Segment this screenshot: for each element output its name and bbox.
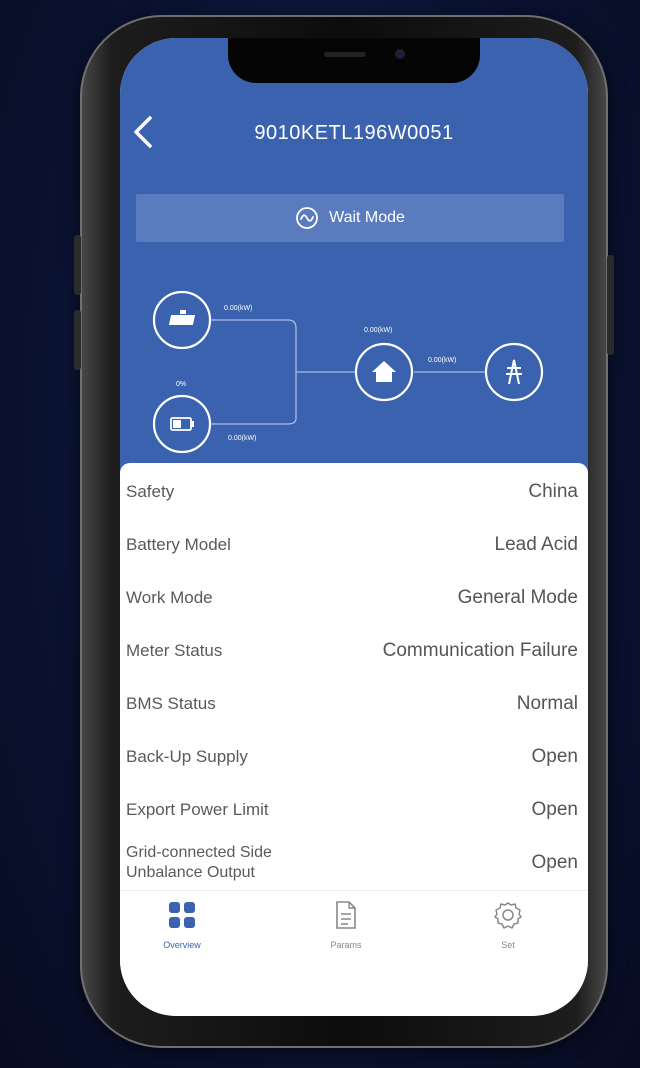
list-item[interactable]: Battery Model Lead Acid: [120, 518, 578, 571]
power-button: [607, 255, 614, 355]
grid-power-label: 0.00(kW): [428, 357, 456, 364]
pv-power-label: 0.00(kW): [224, 305, 252, 312]
list-item[interactable]: Meter Status Communication Failure: [120, 624, 578, 677]
wave-circle-icon: [296, 207, 318, 229]
back-button[interactable]: [126, 110, 162, 154]
grid-icon: [169, 902, 195, 928]
item-label: Export Power Limit: [126, 799, 269, 819]
energy-flow-diagram: 0.00(kW) 0% 0.00(kW) 0.00(kW) 0.00(kW): [152, 290, 544, 454]
volume-up-button: [74, 235, 81, 295]
list-item[interactable]: Safety China: [120, 465, 578, 518]
tab-label: Params: [330, 940, 362, 950]
battery-power-label: 0.00(kW): [228, 435, 256, 442]
mode-label: Wait Mode: [329, 209, 405, 226]
item-value: General Mode: [457, 586, 578, 608]
item-value: Lead Acid: [494, 533, 578, 555]
item-value: Open: [531, 745, 578, 767]
tab-set[interactable]: Set: [448, 901, 568, 950]
header-panel: 9010KETL196W0051 Wait Mode 0.00(kW) 0% 0…: [120, 38, 588, 473]
item-label: Meter Status: [126, 640, 223, 660]
item-label: Work Mode: [126, 587, 213, 607]
bottom-tab-bar: Overview Params Set: [120, 890, 588, 1016]
pv-node: [152, 290, 212, 350]
home-icon: [372, 361, 396, 382]
device-serial-title: 9010KETL196W0051: [254, 122, 454, 144]
item-label: Back-Up Supply: [126, 746, 248, 766]
document-icon: [336, 901, 356, 929]
gear-icon: [494, 902, 522, 929]
battery-percent-label: 0%: [176, 381, 186, 388]
item-label: Battery Model: [126, 534, 231, 554]
battery-node: [152, 394, 212, 454]
item-value: Communication Failure: [382, 639, 578, 661]
item-label: BMS Status: [126, 693, 216, 713]
tab-params[interactable]: Params: [286, 901, 406, 950]
load-power-label: 0.00(kW): [364, 327, 392, 334]
item-label: Safety: [126, 481, 175, 501]
list-item[interactable]: Export Power Limit Open: [120, 783, 578, 836]
list-item[interactable]: Grid-connected Side Unbalance Output Ope…: [120, 836, 578, 889]
item-label: Grid-connected Side Unbalance Output: [126, 843, 272, 883]
item-value: Open: [531, 851, 578, 873]
solar-panel-icon: [168, 310, 196, 325]
list-item[interactable]: BMS Status Normal: [120, 677, 578, 730]
phone-screen: 9010KETL196W0051 Wait Mode 0.00(kW) 0% 0…: [120, 38, 588, 1016]
chevron-left-icon: [134, 116, 152, 148]
item-label-line2: Unbalance Output: [126, 863, 255, 881]
tab-overview[interactable]: Overview: [122, 901, 242, 950]
item-value: Normal: [516, 692, 578, 714]
details-list: Safety China Battery Model Lead Acid Wor…: [120, 463, 588, 891]
front-camera: [395, 49, 405, 59]
item-label-line1: Grid-connected Side: [126, 843, 272, 861]
power-tower-icon: [506, 359, 522, 385]
grid-node: [484, 342, 544, 402]
item-value: Open: [531, 798, 578, 820]
item-value: China: [528, 480, 578, 502]
notch: [228, 38, 480, 83]
list-item[interactable]: Back-Up Supply Open: [120, 730, 578, 783]
speaker: [324, 52, 366, 57]
home-node: [354, 342, 414, 402]
tab-label: Set: [501, 940, 515, 950]
work-status-bar[interactable]: Wait Mode: [136, 194, 564, 242]
list-item[interactable]: Work Mode General Mode: [120, 571, 578, 624]
volume-down-button: [74, 310, 81, 370]
battery-icon: [170, 417, 194, 431]
tab-label: Overview: [163, 940, 201, 950]
